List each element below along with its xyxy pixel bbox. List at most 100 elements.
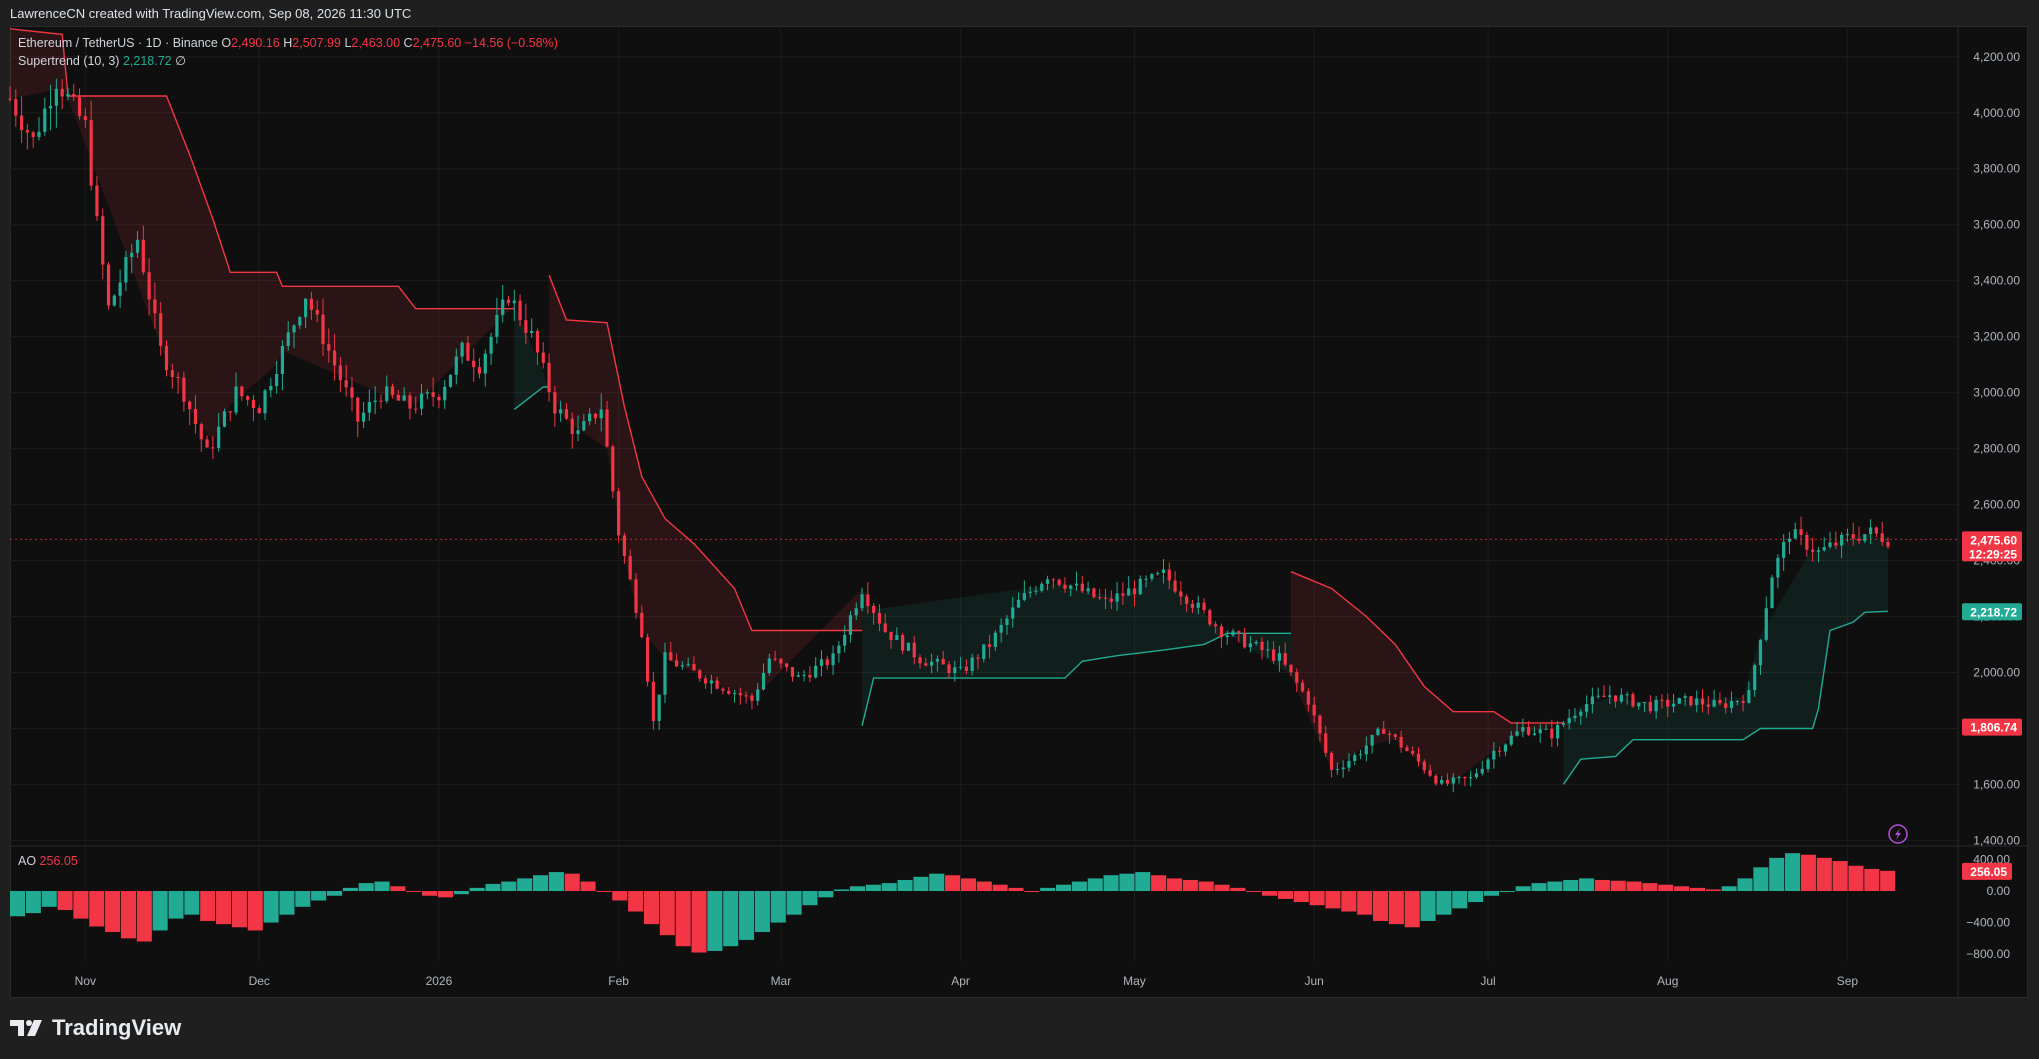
candle-body xyxy=(1608,695,1612,698)
candle-body xyxy=(593,413,598,419)
candle-body xyxy=(419,393,424,409)
ao-bar xyxy=(1769,857,1785,892)
candle-body xyxy=(1498,750,1502,752)
candle-body xyxy=(767,658,771,673)
ao-bar xyxy=(1135,872,1151,892)
candle-body xyxy=(674,660,679,667)
candle-body xyxy=(941,658,945,665)
ao-bar xyxy=(1182,879,1198,892)
price-tick-label: 3,000.00 xyxy=(1973,386,2020,400)
time-tick-label: Aug xyxy=(1657,974,1678,988)
symbol-name[interactable]: Ethereum / TetherUS · 1D · Binance xyxy=(18,36,218,50)
ao-bar xyxy=(1848,865,1864,892)
candle-body xyxy=(448,374,453,387)
ao-bar xyxy=(739,891,755,940)
ao-bar xyxy=(152,891,168,931)
candle-body xyxy=(124,257,128,283)
candle-body xyxy=(257,408,261,414)
footer-logo[interactable]: TradingView xyxy=(10,1010,181,1046)
ao-bar xyxy=(564,873,580,892)
price-tick-label: 2,000.00 xyxy=(1973,665,2020,679)
ao-bar xyxy=(1785,853,1801,892)
time-tick-label: Jul xyxy=(1480,974,1495,988)
candle-body xyxy=(1573,715,1577,719)
ao-label[interactable]: AO xyxy=(18,854,36,868)
candle-body xyxy=(1144,578,1148,580)
candle-body xyxy=(541,352,545,363)
candle-body xyxy=(1602,695,1606,698)
ao-bar xyxy=(1341,891,1357,912)
candle-body xyxy=(1463,776,1467,779)
price-tick-label: 1,600.00 xyxy=(1973,777,2020,791)
candle-body xyxy=(275,374,279,386)
candle-body xyxy=(1724,703,1728,708)
high-label: H xyxy=(283,36,293,50)
candle-body xyxy=(147,272,151,300)
candle-body xyxy=(1011,607,1015,619)
ao-bar xyxy=(1626,881,1642,892)
candle-body xyxy=(217,426,221,448)
candle-body xyxy=(356,397,360,422)
ao-bar xyxy=(200,891,216,921)
candle-body xyxy=(263,390,267,414)
candle-body xyxy=(1289,664,1293,673)
candle-body xyxy=(1509,735,1513,745)
time-tick-label: Nov xyxy=(75,974,96,988)
ao-bar xyxy=(422,891,438,896)
time-tick-label: Apr xyxy=(951,974,970,988)
candle-body xyxy=(43,108,47,132)
chart-canvas[interactable]: 4,200.00 4,000.00 3,800.00 3,600.00 3,400.00… xyxy=(0,0,2039,1059)
candle-body xyxy=(1538,729,1542,734)
candle-body xyxy=(1492,750,1496,760)
candle-body xyxy=(1109,598,1113,602)
candle-body xyxy=(1422,761,1426,771)
ao-bar xyxy=(596,891,612,893)
candle-body xyxy=(106,264,111,306)
candle-body xyxy=(1695,698,1699,706)
candle-body xyxy=(669,652,673,661)
ao-bar xyxy=(1008,887,1024,892)
ao-bar xyxy=(1309,891,1325,906)
candle-body xyxy=(1874,527,1879,534)
candle-body xyxy=(1341,767,1345,770)
candle-body xyxy=(54,88,58,106)
candle-body xyxy=(1648,702,1652,712)
candle-body xyxy=(309,298,314,310)
time-tick-label: Mar xyxy=(771,974,792,988)
ao-bar xyxy=(691,891,707,953)
ao-bar xyxy=(913,876,929,892)
ao-bar xyxy=(1246,891,1262,893)
ao-bar xyxy=(57,891,73,910)
candle-body xyxy=(1074,583,1079,586)
ao-bar xyxy=(1420,891,1436,921)
candle-body xyxy=(431,392,435,397)
candle-body xyxy=(228,411,232,413)
candle-body xyxy=(495,314,499,337)
candle-body xyxy=(135,239,140,253)
candle-body xyxy=(1729,701,1734,708)
candle-body xyxy=(1770,577,1774,609)
ao-bar xyxy=(707,891,723,951)
indicator-name[interactable]: Supertrend (10, 3) xyxy=(18,54,119,68)
candle-body xyxy=(889,631,893,640)
candle-body xyxy=(964,666,968,671)
candle-body xyxy=(564,409,569,419)
candle-body xyxy=(1324,733,1328,753)
candle-body xyxy=(559,409,563,414)
time-tick-label: 2026 xyxy=(426,974,453,988)
ao-bar xyxy=(453,891,469,895)
candle-body xyxy=(1758,639,1763,666)
ao-bar xyxy=(1071,881,1087,892)
candle-body xyxy=(1515,731,1519,736)
ao-bar xyxy=(723,891,739,947)
candle-body xyxy=(1022,592,1026,600)
candle-body xyxy=(396,394,400,401)
tradingview-logo-icon xyxy=(10,1020,42,1036)
candle-body xyxy=(1364,745,1368,755)
candle-body xyxy=(1063,584,1067,589)
candle-body xyxy=(1782,541,1786,558)
candle-body xyxy=(796,675,800,677)
candle-body xyxy=(692,664,696,671)
candle-body xyxy=(489,336,493,354)
ao-bar xyxy=(1483,891,1499,896)
